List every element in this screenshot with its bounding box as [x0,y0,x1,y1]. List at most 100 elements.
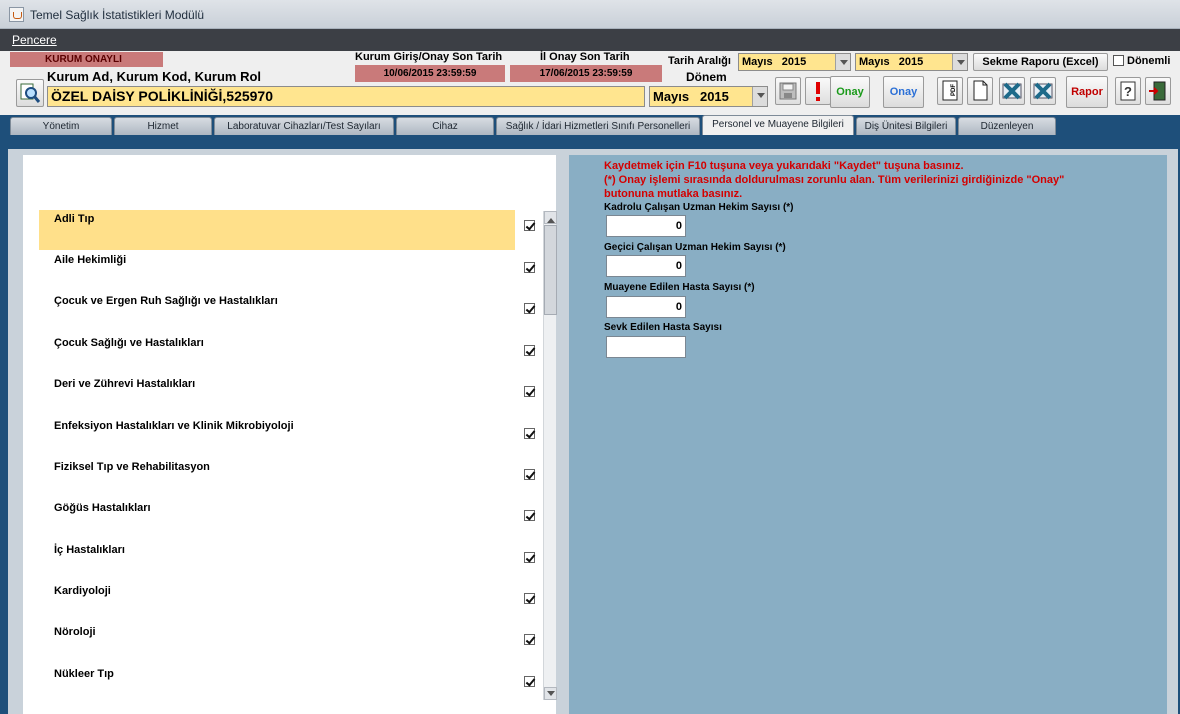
document-icon [973,80,988,101]
exclamation-icon [816,82,820,101]
chevron-down-icon[interactable] [752,87,767,106]
help-icon: ? [1120,81,1136,101]
specialty-checkbox[interactable] [524,345,535,356]
approve-button-blue[interactable]: Onay [883,76,924,108]
deadline-province-value: 17/06/2015 23:59:59 [510,65,662,82]
period-value: Mayıs 2015 [653,89,729,104]
scroll-down-arrow-icon[interactable] [544,687,557,700]
save-button[interactable] [775,77,801,105]
tab-personel-muayene[interactable]: Personel ve Muayene Bilgileri [702,115,854,135]
temporary-specialist-label: Geçici Çalışan Uzman Hekim Sayısı (*) [604,242,786,253]
list-item[interactable]: Aile Hekimliği [39,251,515,291]
examined-patients-input[interactable]: 0 [606,296,686,318]
specialty-checkbox[interactable] [524,552,535,563]
menu-bar: Pencere [0,29,1180,51]
menu-pencere[interactable]: Pencere [12,33,57,47]
temporary-specialist-input[interactable]: 0 [606,255,686,277]
institution-caption: Kurum Ad, Kurum Kod, Kurum Rol [47,69,262,84]
list-item[interactable]: Fiziksel Tıp ve Rehabilitasyon [39,458,515,498]
permanent-specialist-label: Kadrolu Çalışan Uzman Hekim Sayısı (*) [604,202,794,213]
list-item[interactable]: İç Hastalıkları [39,541,515,581]
list-item[interactable]: Adli Tıp [39,210,515,250]
specialty-checkbox[interactable] [524,386,535,397]
export-excel-all-button[interactable] [1030,77,1056,105]
specialty-checkbox[interactable] [524,220,535,231]
specialty-label: Nöroloji [54,626,96,638]
tab-yonetim[interactable]: Yönetim [10,117,112,135]
exit-door-icon [1149,81,1166,101]
specialty-label: Çocuk Sağlığı ve Hastalıkları [54,337,204,349]
date-range-to-select[interactable]: Mayıs 2015 [855,53,968,71]
institution-field[interactable]: ÖZEL DAİSY POLİKLİNİĞİ,525970 [47,86,645,107]
specialty-label: Aile Hekimliği [54,254,127,266]
excel-icon [1002,82,1022,100]
permanent-specialist-input[interactable]: 0 [606,215,686,237]
specialty-label: İç Hastalıkları [54,544,125,556]
chevron-down-icon[interactable] [952,54,967,70]
specialty-label: Deri ve Zührevi Hastalıkları [54,378,196,390]
scroll-thumb[interactable] [544,225,557,315]
specialty-checkbox[interactable] [524,469,535,480]
pdf-icon: PDF [942,80,958,101]
date-range-from-select[interactable]: Mayıs 2015 [738,53,851,71]
tab-duzenleyen[interactable]: Düzenleyen [958,117,1056,135]
list-item[interactable]: Çocuk Sağlığı ve Hastalıkları [39,334,515,374]
scroll-up-arrow-icon[interactable] [544,211,557,224]
list-item[interactable]: Kardiyoloji [39,582,515,622]
list-item[interactable]: Nükleer Tıp [39,665,515,705]
specialty-checkbox[interactable] [524,428,535,439]
periodic-checkbox[interactable] [1113,55,1124,66]
exit-button[interactable] [1145,77,1171,105]
specialty-list: Adli Tıp Aile Hekimliği Çocuk ve Ergen R… [23,155,556,714]
tab-laboratuvar[interactable]: Laboratuvar Cihazları/Test Sayıları [214,117,394,135]
svg-text:?: ? [1124,84,1132,99]
tab-dis-unitesi[interactable]: Diş Ünitesi Bilgileri [856,117,956,135]
personnel-form-panel: Kaydetmek için F10 tuşuna veya yukarıdak… [569,155,1167,714]
approve-button-green[interactable]: Onay [830,76,870,108]
specialty-checkbox[interactable] [524,593,535,604]
specialty-checkbox[interactable] [524,510,535,521]
list-item[interactable]: Nöroloji [39,623,515,663]
deadline-entry-label: Kurum Giriş/Onay Son Tarih [355,51,503,63]
tab-bar: Yönetim Hizmet Laboratuvar Cihazları/Tes… [0,115,1180,135]
search-institution-button[interactable] [16,79,44,107]
specialty-checkbox[interactable] [524,676,535,687]
specialty-checkbox[interactable] [524,262,535,273]
list-item[interactable]: Deri ve Zührevi Hastalıkları [39,375,515,415]
help-button[interactable]: ? [1115,77,1141,105]
specialty-checkbox[interactable] [524,303,535,314]
date-range-label: Tarih Aralığı [668,55,731,67]
excel-icon [1033,82,1053,100]
report-button[interactable]: Rapor [1066,76,1108,108]
new-document-button[interactable] [967,77,993,105]
tab-hizmet[interactable]: Hizmet [114,117,212,135]
search-icon [20,83,41,103]
export-excel-button[interactable] [999,77,1025,105]
required-hint-text-cont: butonuna mutlaka basınız. [604,188,743,200]
list-item[interactable]: Çocuk ve Ergen Ruh Sağlığı ve Hastalıkla… [39,292,515,332]
export-pdf-button[interactable]: PDF [937,77,963,105]
specialty-label: Çocuk ve Ergen Ruh Sağlığı ve Hastalıkla… [54,295,278,307]
referred-patients-input[interactable] [606,336,686,358]
date-range-to-value: Mayıs 2015 [859,56,924,68]
tab-cihaz[interactable]: Cihaz [396,117,494,135]
specialty-checkbox[interactable] [524,634,535,645]
tab-report-excel-button[interactable]: Sekme Raporu (Excel) [973,53,1108,71]
list-item[interactable]: Enfeksiyon Hastalıkları ve Klinik Mikrob… [39,417,515,457]
validation-alert-button[interactable] [805,77,831,105]
required-hint-text: (*) Onay işlemi sırasında doldurulması z… [604,174,1065,186]
save-hint-text: Kaydetmek için F10 tuşuna veya yukarıdak… [604,160,964,172]
chevron-down-icon[interactable] [835,54,850,70]
vertical-scrollbar[interactable] [543,211,557,700]
specialty-label: Fiziksel Tıp ve Rehabilitasyon [54,461,210,473]
header-panel: KURUM ONAYLI Kurum Ad, Kurum Kod, Kurum … [0,51,1180,115]
save-icon [779,82,797,100]
list-item[interactable]: Göğüs Hastalıkları [39,499,515,539]
period-select[interactable]: Mayıs 2015 [649,86,768,107]
svg-text:PDF: PDF [951,84,957,96]
specialty-label: Adli Tıp [54,213,95,225]
referred-patients-label: Sevk Edilen Hasta Sayısı [604,322,722,333]
deadline-province-label: İl Onay Son Tarih [540,51,630,63]
tab-saglik-idari-personel[interactable]: Sağlık / İdari Hizmetleri Sınıfı Persone… [496,117,700,135]
window-titlebar: Temel Sağlık İstatistikleri Modülü [0,0,1180,29]
